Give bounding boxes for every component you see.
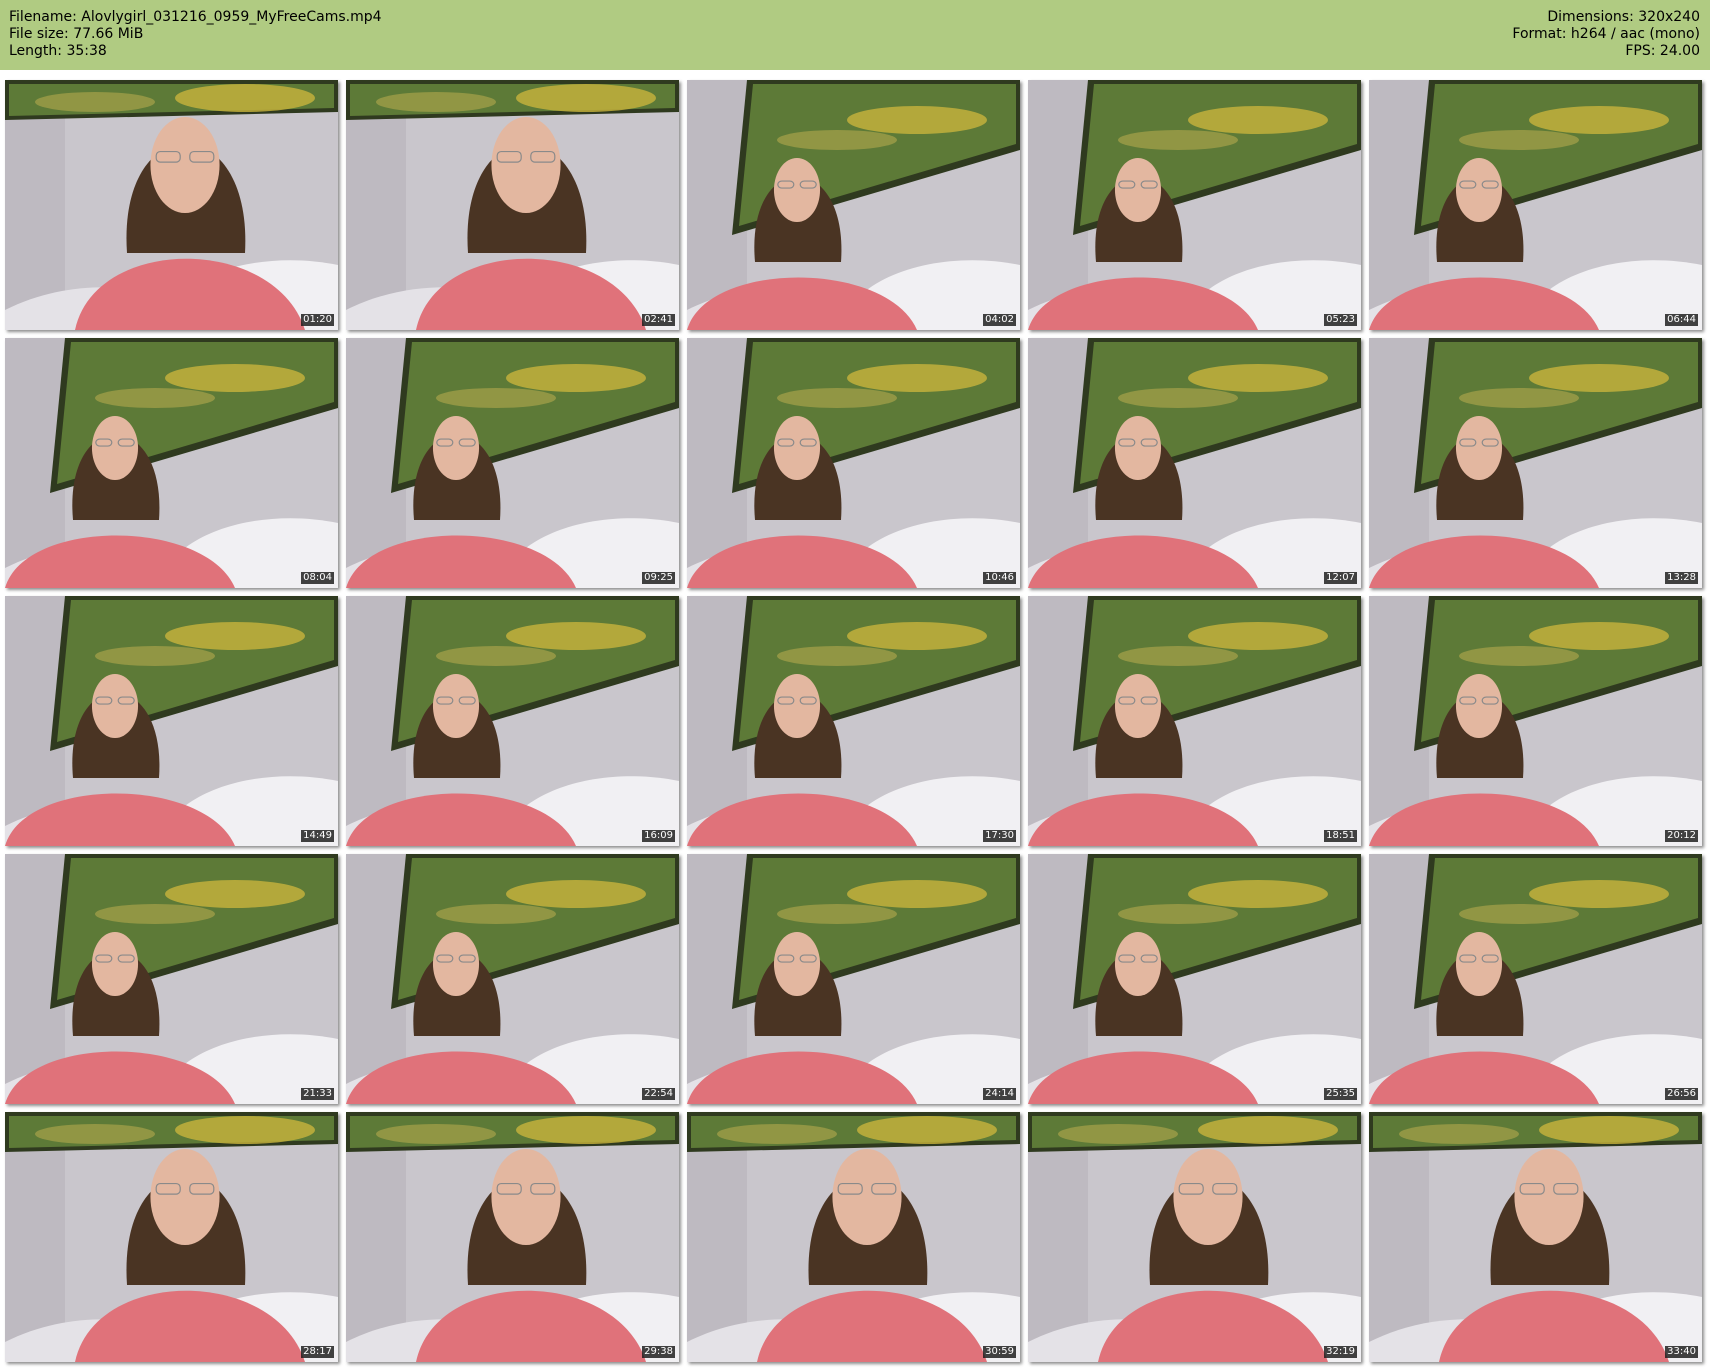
filename-text: Filename: Alovlygirl_031216_0959_MyFreeC… — [9, 9, 382, 25]
video-thumbnail: 06:44 — [1369, 80, 1702, 330]
video-thumbnail: 24:14 — [687, 854, 1020, 1104]
frame-image — [1028, 1112, 1361, 1362]
timestamp-label: 22:54 — [642, 1088, 675, 1100]
timestamp-label: 01:20 — [301, 314, 334, 326]
video-thumbnail: 16:09 — [346, 596, 679, 846]
video-thumbnail: 29:38 — [346, 1112, 679, 1362]
timestamp-label: 30:59 — [983, 1346, 1016, 1358]
frame-image — [1028, 854, 1361, 1104]
thumbnail-grid: 01:20 02:41 04:02 05:23 06:44 08:04 09:25 10:46… — [5, 80, 1705, 1365]
frame-image — [5, 80, 338, 330]
frame-image — [1369, 1112, 1702, 1362]
video-thumbnail: 25:35 — [1028, 854, 1361, 1104]
frame-image — [346, 338, 679, 588]
frame-image — [1369, 80, 1702, 330]
timestamp-label: 29:38 — [642, 1346, 675, 1358]
timestamp-label: 26:56 — [1665, 1088, 1698, 1100]
video-thumbnail: 09:25 — [346, 338, 679, 588]
video-thumbnail: 22:54 — [346, 854, 679, 1104]
video-thumbnail: 02:41 — [346, 80, 679, 330]
video-thumbnail: 17:30 — [687, 596, 1020, 846]
timestamp-label: 05:23 — [1324, 314, 1357, 326]
video-thumbnail: 32:19 — [1028, 1112, 1361, 1362]
timestamp-label: 16:09 — [642, 830, 675, 842]
timestamp-label: 12:07 — [1324, 572, 1357, 584]
frame-image — [687, 854, 1020, 1104]
frame-image — [687, 80, 1020, 330]
frame-image — [687, 596, 1020, 846]
frame-image — [346, 80, 679, 330]
frame-image — [5, 338, 338, 588]
timestamp-label: 10:46 — [983, 572, 1016, 584]
video-thumbnail: 33:40 — [1369, 1112, 1702, 1362]
frame-image — [687, 338, 1020, 588]
timestamp-label: 20:12 — [1665, 830, 1698, 842]
video-thumbnail: 21:33 — [5, 854, 338, 1104]
frame-image — [5, 596, 338, 846]
frame-image — [1369, 854, 1702, 1104]
length-text: Length: 35:38 — [9, 43, 107, 59]
frame-image — [5, 854, 338, 1104]
video-thumbnail: 14:49 — [5, 596, 338, 846]
timestamp-label: 04:02 — [983, 314, 1016, 326]
timestamp-label: 08:04 — [301, 572, 334, 584]
video-thumbnail: 10:46 — [687, 338, 1020, 588]
file-info: Filename: Alovlygirl_031216_0959_MyFreeC… — [9, 9, 382, 60]
timestamp-label: 21:33 — [301, 1088, 334, 1100]
video-thumbnail: 28:17 — [5, 1112, 338, 1362]
filesize-text: File size: 77.66 MiB — [9, 26, 144, 42]
video-thumbnail: 20:12 — [1369, 596, 1702, 846]
timestamp-label: 33:40 — [1665, 1346, 1698, 1358]
timestamp-label: 24:14 — [983, 1088, 1016, 1100]
video-thumbnail: 08:04 — [5, 338, 338, 588]
video-thumbnail: 30:59 — [687, 1112, 1020, 1362]
video-thumbnail: 01:20 — [5, 80, 338, 330]
timestamp-label: 09:25 — [642, 572, 675, 584]
frame-image — [1028, 80, 1361, 330]
video-thumbnail: 13:28 — [1369, 338, 1702, 588]
dimensions-text: Dimensions: 320x240 — [1547, 9, 1700, 25]
video-thumbnail: 18:51 — [1028, 596, 1361, 846]
video-thumbnail: 12:07 — [1028, 338, 1361, 588]
timestamp-label: 25:35 — [1324, 1088, 1357, 1100]
frame-image — [1369, 596, 1702, 846]
timestamp-label: 06:44 — [1665, 314, 1698, 326]
timestamp-label: 02:41 — [642, 314, 675, 326]
timestamp-label: 14:49 — [301, 830, 334, 842]
timestamp-label: 17:30 — [983, 830, 1016, 842]
info-header: Filename: Alovlygirl_031216_0959_MyFreeC… — [0, 0, 1710, 70]
frame-image — [687, 1112, 1020, 1362]
timestamp-label: 13:28 — [1665, 572, 1698, 584]
frame-image — [5, 1112, 338, 1362]
video-thumbnail: 05:23 — [1028, 80, 1361, 330]
timestamp-label: 32:19 — [1324, 1346, 1357, 1358]
frame-image — [1369, 338, 1702, 588]
frame-image — [1028, 596, 1361, 846]
video-thumbnail: 26:56 — [1369, 854, 1702, 1104]
frame-image — [1028, 338, 1361, 588]
frame-image — [346, 1112, 679, 1362]
frame-image — [346, 596, 679, 846]
format-text: Format: h264 / aac (mono) — [1512, 26, 1700, 42]
stream-info: Dimensions: 320x240 Format: h264 / aac (… — [1512, 9, 1700, 60]
frame-image — [346, 854, 679, 1104]
timestamp-label: 18:51 — [1324, 830, 1357, 842]
timestamp-label: 28:17 — [301, 1346, 334, 1358]
fps-text: FPS: 24.00 — [1625, 43, 1700, 59]
video-thumbnail: 04:02 — [687, 80, 1020, 330]
